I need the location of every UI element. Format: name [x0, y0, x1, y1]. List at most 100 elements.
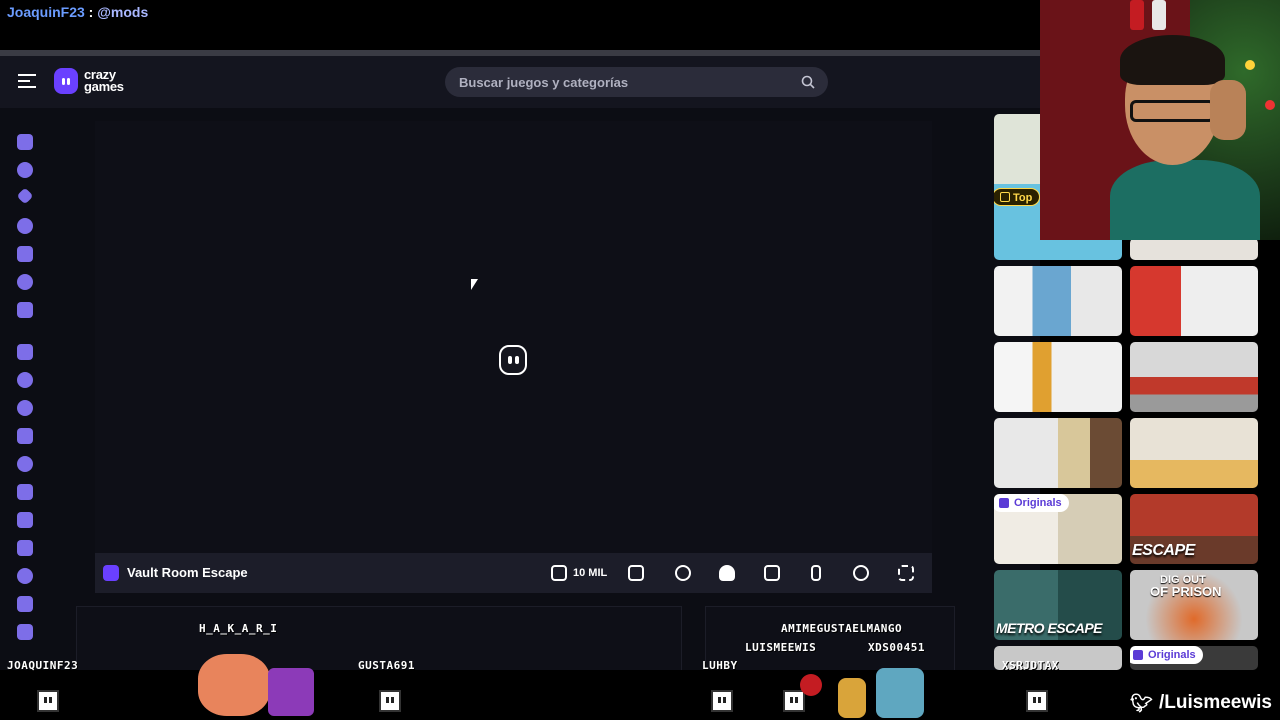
sparkle-icon[interactable] [16, 187, 34, 205]
viewer-name: XSRJDTAX [1002, 659, 1059, 672]
key-icon[interactable] [17, 428, 33, 444]
game-thumbnail[interactable]: METRO ESCAPE [994, 570, 1122, 640]
search-icon[interactable] [801, 75, 815, 89]
bear-sprite [838, 678, 866, 718]
ornament [1265, 100, 1275, 110]
flame-icon[interactable] [17, 218, 33, 234]
viewer-name: LUHBY [702, 659, 738, 672]
viewer-name: LUISMEEWIS [745, 641, 817, 654]
fullscreen-button[interactable] [898, 563, 914, 583]
viewer-name: H_A_K_A_R_I [199, 622, 278, 635]
game-toolbar: Vault Room Escape 10 MIL [95, 553, 932, 593]
webcam-feed [1040, 0, 1280, 240]
viewer-name: GUSTA691 [358, 659, 415, 672]
viewer-name: JOAQUINF23 [7, 659, 79, 672]
streamer-hair [1120, 35, 1225, 85]
chat-username: JoaquinF23 [7, 4, 85, 20]
logo-text: crazy games [84, 68, 124, 93]
thumbs-down-icon [628, 565, 644, 581]
viewer-avatar [1026, 690, 1048, 712]
streamer-body [1110, 160, 1260, 240]
home-icon[interactable] [17, 134, 33, 150]
originals-badge-label: Originals [1148, 649, 1196, 661]
viewer-avatar [711, 690, 733, 712]
plane-icon[interactable] [17, 512, 33, 528]
left-sidebar [0, 108, 50, 676]
crown-icon[interactable] [17, 274, 33, 290]
cloud-save-button[interactable] [719, 563, 735, 583]
heart-balloon-sprite [800, 674, 822, 696]
thumbs-up-icon [551, 565, 567, 581]
car-icon[interactable] [17, 540, 33, 556]
streamer-hand [1210, 80, 1246, 140]
favorite-button[interactable] [675, 563, 691, 583]
viewer-avatar [37, 690, 59, 712]
compass-icon[interactable] [17, 372, 33, 388]
game-thumbnail[interactable] [1130, 266, 1258, 336]
game-thumbnail[interactable]: Originals [1130, 646, 1258, 670]
game-thumbnail[interactable] [994, 342, 1122, 412]
bolt-icon[interactable] [17, 344, 33, 360]
menu-icon[interactable] [18, 74, 36, 88]
game-thumbnail[interactable]: DIG OUT OF PRISON [1130, 570, 1258, 640]
search-bar [445, 67, 828, 97]
heart-icon [675, 565, 691, 581]
mobile-button[interactable] [808, 563, 821, 583]
embed-icon [764, 565, 780, 581]
cloud-icon [719, 565, 735, 581]
top-navigation-bar: crazy games [0, 56, 1040, 108]
dislike-button[interactable] [628, 563, 644, 583]
top-badge-label: Top [1013, 192, 1033, 204]
speaker-icon [853, 565, 869, 581]
originals-badge-label: Originals [1014, 497, 1062, 509]
stocking-decoration [1152, 0, 1166, 30]
like-button[interactable]: 10 MIL [551, 563, 607, 583]
game-title: Vault Room Escape [127, 565, 248, 580]
twitter-icon: 🐦︎ [1130, 692, 1153, 713]
search-input[interactable] [459, 67, 789, 97]
fullscreen-icon [898, 565, 914, 581]
viewer-avatar [379, 690, 401, 712]
refresh-icon[interactable] [17, 246, 33, 262]
crazygames-mini-icon [1133, 650, 1143, 660]
ball-icon[interactable] [17, 400, 33, 416]
crazygames-logo-icon [54, 68, 78, 94]
originals-badge: Originals [994, 494, 1069, 512]
twitter-handle: 🐦︎ /Luismeewis [1130, 692, 1272, 714]
users-icon[interactable] [17, 302, 33, 318]
viewer-name: XDS00451 [868, 641, 925, 654]
steering-icon[interactable] [17, 568, 33, 584]
controller-icon[interactable] [17, 456, 33, 472]
thumbnail-label: ESCAPE [1132, 542, 1195, 559]
stream-frame: JoaquinF23 : @mods crazy games Buscar ju… [0, 0, 1280, 720]
pixel-dragon-sprite [198, 654, 270, 716]
game-thumbnail[interactable] [1130, 418, 1258, 488]
sound-button[interactable] [853, 563, 869, 583]
mouse-cursor-icon [471, 279, 478, 290]
embed-button[interactable] [764, 563, 780, 583]
game-thumbnail[interactable] [994, 418, 1122, 488]
crazygames-logo[interactable]: crazy games [54, 68, 124, 94]
pawn-icon[interactable] [17, 484, 33, 500]
robot-sprite [876, 668, 924, 718]
game-loading-logo-icon [499, 345, 527, 375]
game-thumbnail[interactable]: Originals [994, 494, 1122, 564]
game-thumbnail[interactable]: ESCAPE [1130, 494, 1258, 564]
ornament [1245, 60, 1255, 70]
phone-icon [811, 565, 821, 581]
gamepad-icon[interactable] [17, 596, 33, 612]
thumbnail-label: METRO ESCAPE [996, 620, 1103, 636]
like-count: 10 MIL [573, 567, 608, 579]
game-logo-icon [103, 565, 119, 581]
twitter-handle-text: /Luismeewis [1159, 692, 1272, 713]
game-thumbnail[interactable] [1130, 238, 1258, 260]
clock-icon[interactable] [17, 162, 33, 178]
glasses [1130, 100, 1215, 122]
game-canvas[interactable] [95, 121, 932, 553]
game-thumbnail[interactable] [1130, 342, 1258, 412]
game-thumbnail[interactable] [994, 266, 1122, 336]
browser-page: crazy games Buscar juegos y categorías V… [0, 50, 1040, 676]
slot-machine-sprite [268, 668, 314, 716]
top-badge: Top [994, 188, 1041, 206]
puzzle-icon[interactable] [17, 624, 33, 640]
